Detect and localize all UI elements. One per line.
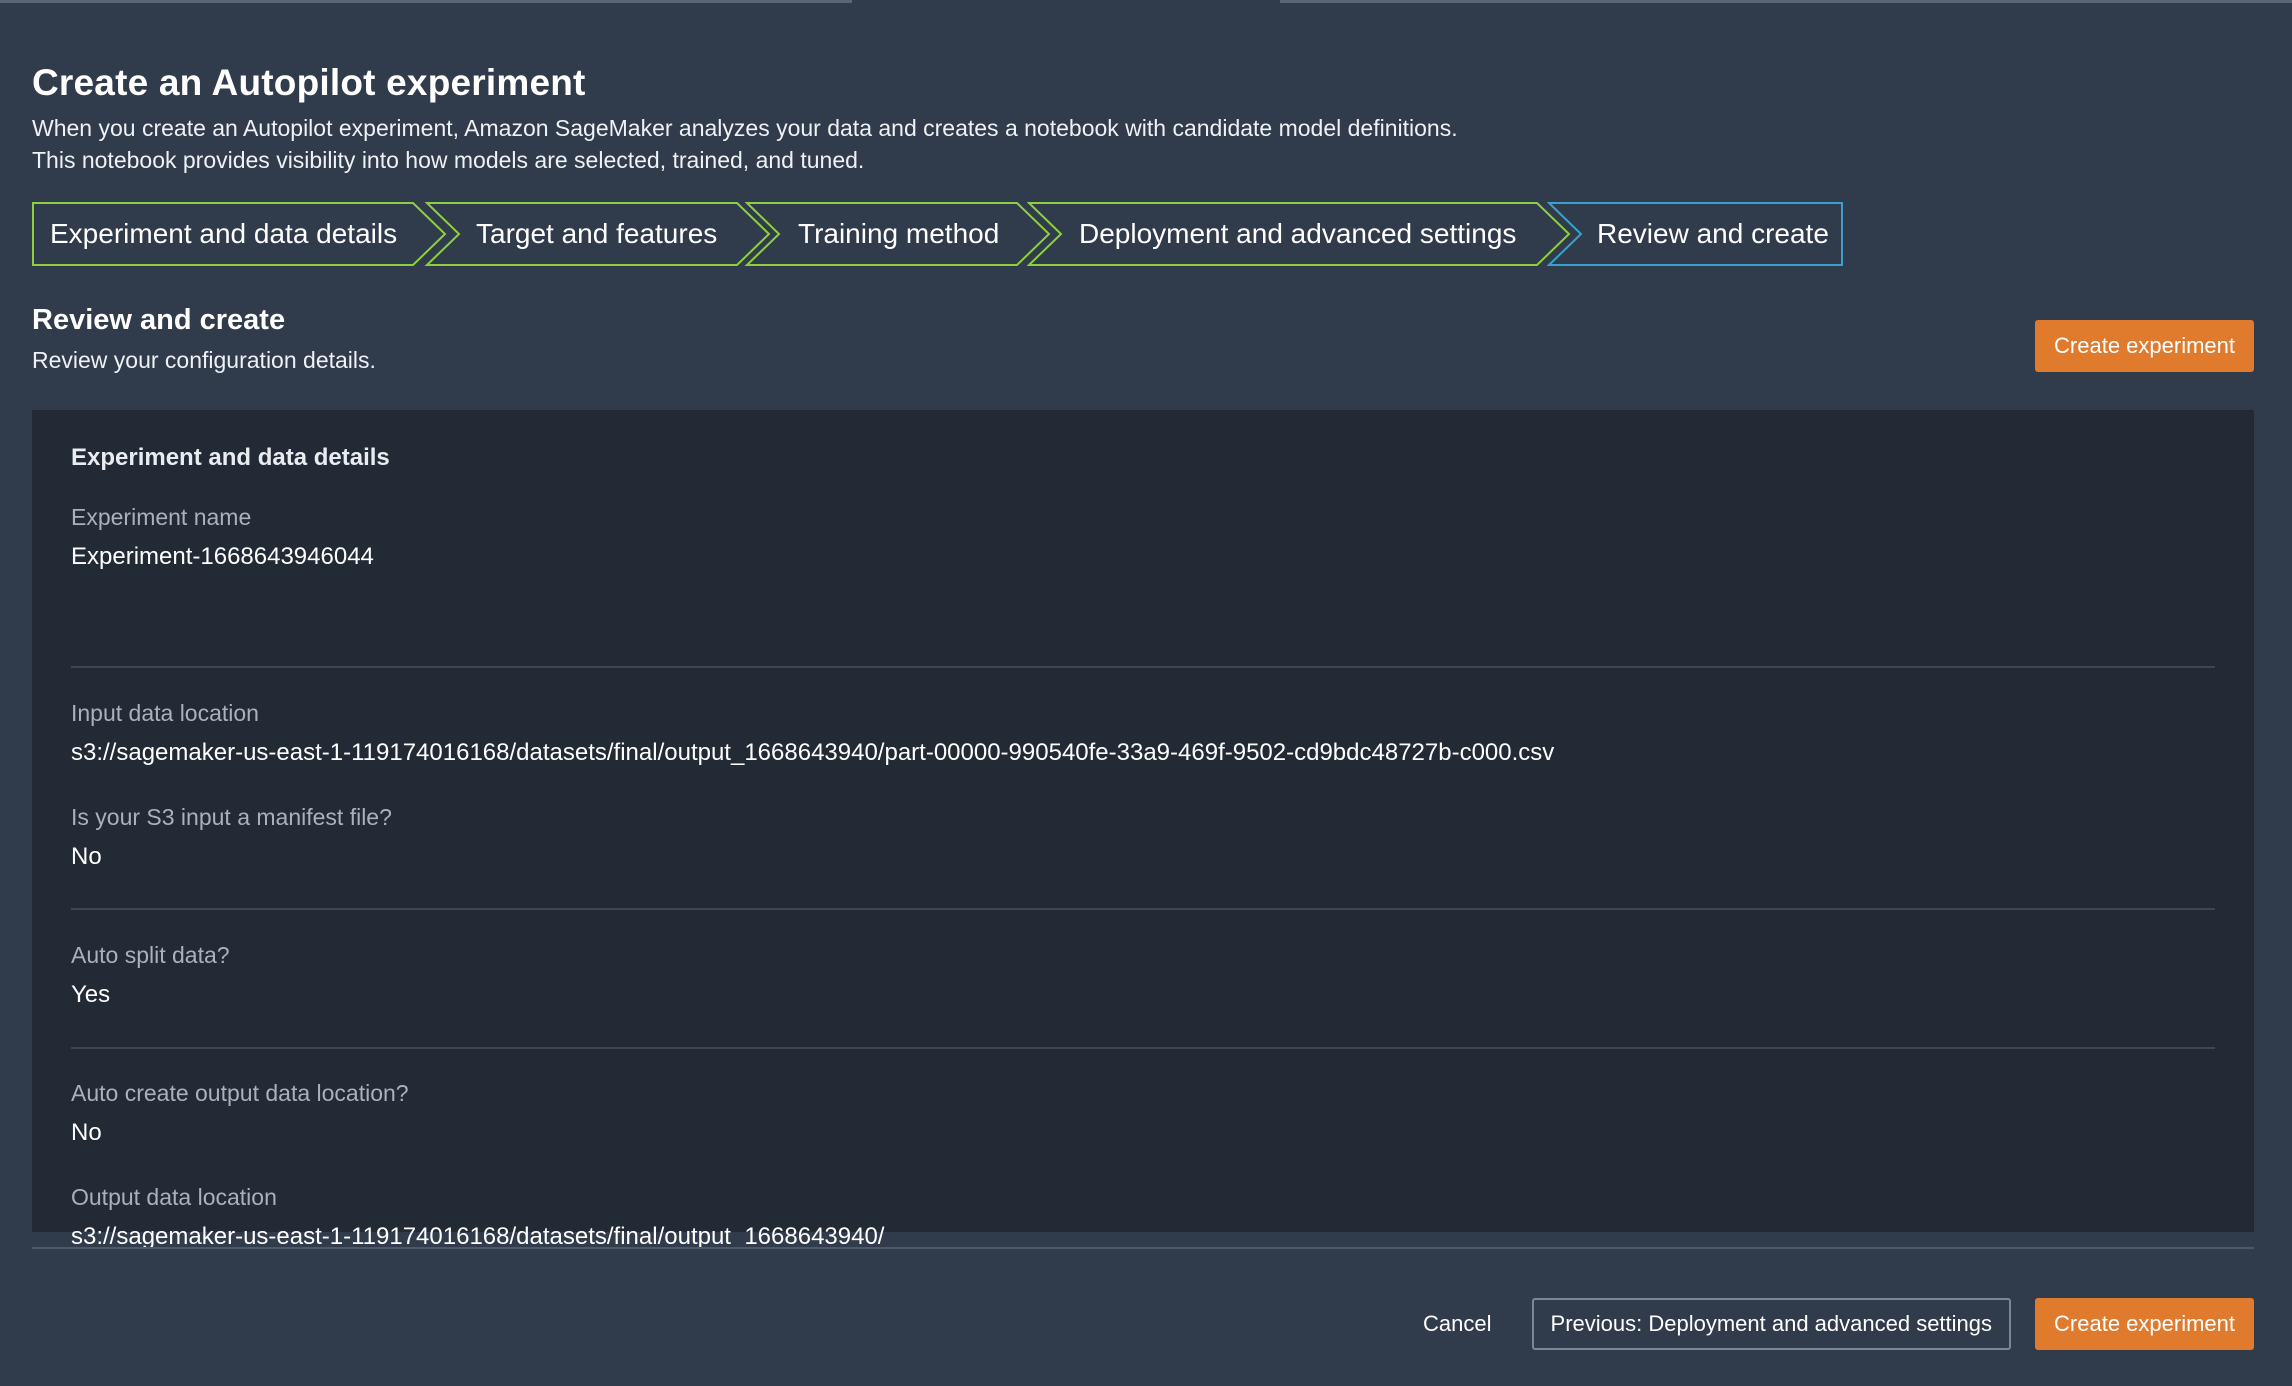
field-experiment-name: Experiment name Experiment-1668643946044 <box>71 502 374 572</box>
top-tab-indicator <box>1280 0 2292 3</box>
field-auto-create-output-location: Auto create output data location? No <box>71 1078 409 1148</box>
create-experiment-page: Create an Autopilot experiment When you … <box>32 58 2254 1250</box>
field-manifest-file: Is your S3 input a manifest file? No <box>71 802 392 872</box>
field-value: s3://sagemaker-us-east-1-119174016168/da… <box>71 739 1555 766</box>
panel-heading: Experiment and data details <box>71 444 390 471</box>
footer-divider <box>32 1247 2254 1249</box>
field-label: Auto create output data location? <box>71 1080 409 1106</box>
step-deployment-and-advanced-settings[interactable]: Deployment and advanced settings <box>1079 202 1516 266</box>
field-auto-split-data: Auto split data? Yes <box>71 940 230 1010</box>
experiment-details-panel: Experiment and data details Experiment n… <box>32 410 2254 1250</box>
divider <box>71 1047 2215 1049</box>
field-input-data-location: Input data location s3://sagemaker-us-ea… <box>71 698 1554 768</box>
field-label: Output data location <box>71 1184 277 1210</box>
page-title: Create an Autopilot experiment <box>32 62 586 103</box>
top-tab-indicator <box>0 0 852 3</box>
section-description: Review your configuration details. <box>32 347 376 373</box>
page-description-line: This notebook provides visibility into h… <box>32 147 865 173</box>
field-value: No <box>71 843 102 870</box>
step-review-and-create[interactable]: Review and create <box>1597 202 1829 266</box>
create-experiment-button[interactable]: Create experiment <box>2035 320 2254 372</box>
field-output-data-location: Output data location s3://sagemaker-us-e… <box>71 1182 884 1252</box>
page-description-line: When you create an Autopilot experiment,… <box>32 115 1458 141</box>
field-value: No <box>71 1119 102 1146</box>
field-label: Experiment name <box>71 504 252 530</box>
field-value: Experiment-1668643946044 <box>71 543 374 570</box>
divider <box>71 666 2215 668</box>
review-section-header: Review and create Review your configurat… <box>32 302 2254 376</box>
step-training-method[interactable]: Training method <box>798 202 999 266</box>
wizard-footer: Cancel Previous: Deployment and advanced… <box>1407 1298 2254 1350</box>
previous-step-button[interactable]: Previous: Deployment and advanced settin… <box>1531 1298 2012 1350</box>
cancel-button[interactable]: Cancel <box>1407 1298 1507 1350</box>
wizard-steps: Experiment and data details Target and f… <box>32 202 1892 266</box>
page-description: When you create an Autopilot experiment,… <box>32 112 2254 176</box>
section-title: Review and create <box>32 304 286 336</box>
field-label: Input data location <box>71 700 259 726</box>
field-label: Auto split data? <box>71 942 230 968</box>
step-experiment-and-data-details[interactable]: Experiment and data details <box>50 202 397 266</box>
divider <box>71 908 2215 910</box>
create-experiment-button[interactable]: Create experiment <box>2035 1298 2254 1350</box>
field-label: Is your S3 input a manifest file? <box>71 804 392 830</box>
field-value: Yes <box>71 981 111 1008</box>
step-target-and-features[interactable]: Target and features <box>476 202 717 266</box>
